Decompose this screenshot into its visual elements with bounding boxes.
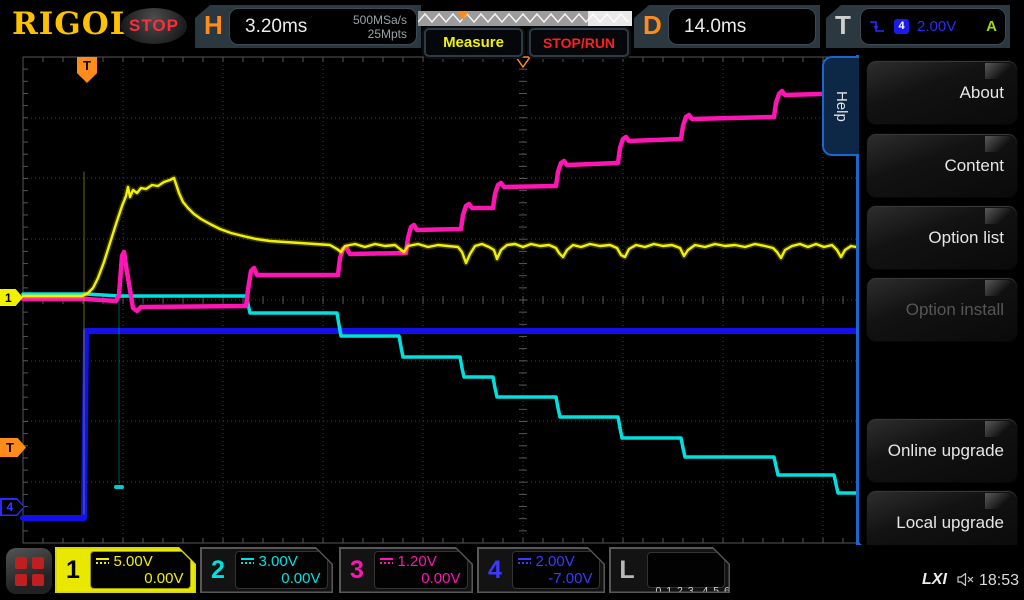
channel-3-scale: 1.20V: [398, 553, 437, 570]
content-button[interactable]: Content: [866, 133, 1018, 198]
channel-1-offset: 0.00V: [91, 570, 190, 587]
about-button[interactable]: About: [866, 60, 1018, 125]
clock: 18:53: [979, 572, 1019, 590]
bottom-status-bar: 1 5.00V 0.00V 2 3.00V 0.00V 3: [0, 545, 1024, 600]
timebase-value: 3.20ms: [245, 16, 307, 38]
channel-2-box[interactable]: 2 3.00V 0.00V: [200, 547, 333, 593]
menu-dot: [15, 574, 27, 586]
menu-dot: [32, 574, 44, 586]
logic-channels-box[interactable]: L 0 1 2 3 4 5 6 7 8 9 1011 12131415: [609, 547, 730, 593]
horizontal-settings[interactable]: H 3.20ms 500MSa/s 25Mpts: [195, 5, 421, 48]
memory-depth: 25Mpts: [368, 27, 407, 41]
help-tab[interactable]: Help: [822, 56, 859, 156]
delay-settings[interactable]: D 14.0ms: [634, 5, 820, 48]
option-install-button: Option install: [866, 277, 1018, 342]
help-tab-label: Help: [833, 91, 850, 122]
channel-4-number: 4: [479, 549, 512, 592]
dc-coupling-icon: [380, 558, 393, 564]
trigger-level-value: 2.00V: [917, 18, 956, 35]
lxi-indicator: LXI: [922, 571, 947, 589]
h-label: H: [204, 10, 223, 41]
channel-2-number: 2: [202, 549, 235, 592]
trigger-mode: A: [986, 18, 997, 35]
rigol-logo: RIGOL: [12, 6, 133, 42]
channel-1-scale: 5.00V: [114, 553, 153, 570]
dc-coupling-icon: [241, 558, 254, 564]
dc-coupling-icon: [96, 558, 109, 564]
menu-dot: [15, 557, 27, 569]
main-menu-button[interactable]: [6, 548, 52, 594]
logic-row-1: 0 1 2 3 4 5 6 7: [656, 585, 724, 598]
oscilloscope-screen: 1 T 4 T Help About Content Option list O…: [0, 0, 1024, 600]
channel-2-scale: 3.00V: [259, 553, 298, 570]
channel-1-number: 1: [57, 549, 90, 592]
top-status-bar: RIGOL STOP H 3.20ms 500MSa/s 25Mpts Meas…: [0, 0, 1024, 55]
run-state-badge: STOP: [121, 8, 187, 44]
record-preview-strip[interactable]: [418, 11, 632, 26]
channel-1-box[interactable]: 1 5.00V 0.00V: [55, 547, 196, 593]
delay-value: 14.0ms: [684, 16, 746, 38]
channel-2-offset: 0.00V: [236, 570, 327, 587]
d-label: D: [643, 10, 662, 41]
channel-4-offset: -7.00V: [513, 570, 599, 587]
dc-coupling-icon: [518, 558, 531, 564]
preview-window-highlight: [588, 11, 632, 26]
channel-4-box[interactable]: 4 2.00V -7.00V: [477, 547, 605, 593]
channel-3-number: 3: [341, 549, 374, 592]
sample-rate: 500MSa/s: [353, 13, 407, 27]
trigger-falling-edge-icon: [869, 19, 886, 34]
logic-label: L: [611, 549, 644, 592]
channel-4-scale: 2.00V: [536, 553, 575, 570]
stop-run-button[interactable]: STOP/RUN: [529, 28, 629, 57]
menu-dot: [32, 557, 44, 569]
trigger-settings[interactable]: T 4 2.00V A: [826, 5, 1010, 48]
online-upgrade-button[interactable]: Online upgrade: [866, 418, 1018, 483]
channel-3-box[interactable]: 3 1.20V 0.00V: [339, 547, 473, 593]
t-label: T: [835, 10, 851, 41]
option-list-button[interactable]: Option list: [866, 205, 1018, 270]
trigger-source-badge: 4: [894, 19, 909, 34]
measure-button[interactable]: Measure: [424, 28, 523, 57]
ch4-position-marker-label: 4: [2, 500, 24, 515]
channel-3-offset: 0.00V: [375, 570, 467, 587]
sound-muted-icon[interactable]: [957, 573, 975, 586]
preview-trigger-marker: [457, 11, 469, 20]
